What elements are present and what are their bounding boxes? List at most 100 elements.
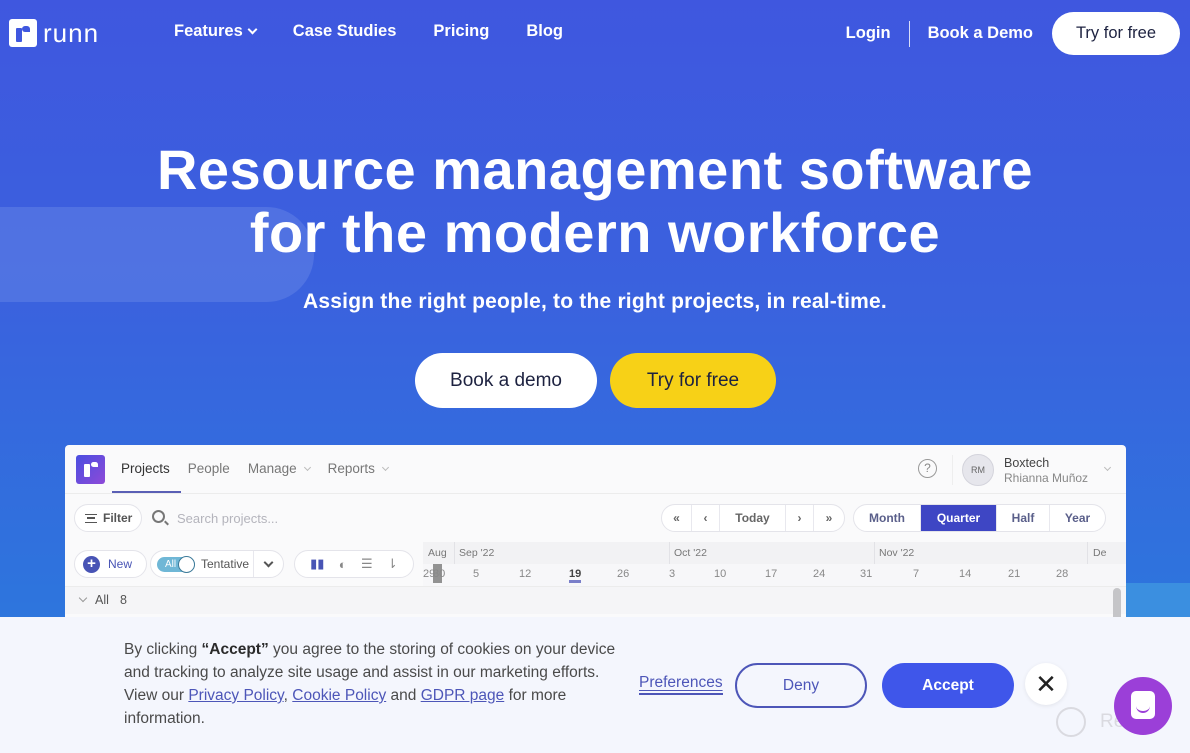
month-label: Oct '22 [674,547,707,559]
chevron-down-icon [263,557,274,567]
prev-button[interactable]: ‹ [692,505,720,531]
month-divider [669,542,670,564]
try-free-nav-button[interactable]: Try for free [1052,12,1180,55]
nav-features-label: Features [174,22,243,40]
avatar[interactable]: RM [962,454,994,486]
month-divider [454,542,455,564]
month-label: Aug [428,547,447,559]
month-label: De [1093,547,1107,559]
login-link[interactable]: Login [846,24,891,43]
deny-button[interactable]: Deny [735,663,867,708]
chevron-down-icon[interactable] [1103,463,1112,472]
day-label: 26 [617,568,630,580]
hero-title: Resource management software for the mod… [0,138,1190,264]
day-label: 3 [669,568,676,580]
range-half[interactable]: Half [997,505,1050,531]
nav-case-studies[interactable]: Case Studies [293,22,397,41]
app-logo-icon [76,455,105,484]
timeline-header: Aug Sep '22 Oct '22 Nov '22 De 29 30 5 1… [423,542,1126,586]
day-label: 5 [473,568,480,580]
range-month[interactable]: Month [854,505,921,531]
filter-label: Filter [103,511,133,525]
help-icon[interactable]: ? [918,459,937,478]
chat-icon[interactable] [1114,677,1172,735]
tentative-dropdown[interactable] [253,551,283,577]
cookie-text: By clicking [124,641,202,658]
tab-projects[interactable]: Projects [121,461,170,476]
sort-icon[interactable]: ⇂ [387,556,398,572]
user-name: Rhianna Muñoz [1004,471,1089,485]
try-free-button[interactable]: Try for free [610,353,776,408]
day-label: 24 [813,568,826,580]
tentative-toggle[interactable]: All Tentative [150,550,284,578]
search-input[interactable] [177,506,477,530]
app-toolbar: Filter « ‹ Today › » Month Quarter Half … [65,494,1126,542]
today-button[interactable]: Today [720,505,786,531]
day-label-today: 19 [569,568,582,583]
runn-logo[interactable]: runn [9,19,99,47]
list-icon[interactable]: ☰ [361,556,373,572]
month-divider [874,542,875,564]
view-tools: ▮▮ ◐ ☰ ⇂ [294,550,414,578]
plus-icon: + [83,555,100,573]
tab-reports[interactable]: Reports [327,461,389,476]
book-demo-link[interactable]: Book a Demo [928,24,1033,43]
month-label: Nov '22 [879,547,915,559]
cookie-message: By clicking “Accept” you agree to the st… [124,638,624,730]
top-nav: runn Features Case Studies Pricing Blog … [0,0,1190,66]
tab-manage-label: Manage [247,461,297,476]
nav-blog[interactable]: Blog [526,22,563,41]
range-quarter[interactable]: Quarter [921,505,997,531]
chevron-down-icon [247,24,258,35]
day-label: 10 [714,568,727,580]
tentative-label: Tentative [201,557,250,571]
app-header: Projects People Manage Reports ? RM Boxt… [65,445,1126,494]
close-icon[interactable]: ✕ [1025,663,1067,705]
bar-chart-icon[interactable]: ▮▮ [310,556,324,572]
group-row[interactable]: All 8 [65,586,1126,614]
active-tab-indicator [112,491,181,493]
divider [952,455,953,485]
logo-text: runn [43,18,100,48]
nav-pricing[interactable]: Pricing [433,22,489,41]
tab-manage[interactable]: Manage [247,461,311,476]
toggle-switch[interactable]: All [157,555,195,573]
range-year[interactable]: Year [1050,505,1105,531]
tab-reports-label: Reports [327,461,375,476]
new-button[interactable]: + New [74,550,147,578]
toggle-icon[interactable]: ◐ [339,557,347,572]
next-button[interactable]: › [786,505,814,531]
cookie-policy-link[interactable]: Cookie Policy [292,687,386,704]
search-icon [152,510,165,523]
runn-logo-icon [9,19,37,47]
day-row: 29 30 5 12 19 26 3 10 17 24 31 7 14 21 2… [423,564,1126,586]
watermark-icon [1056,707,1086,737]
nav-actions: Login Book a Demo Try for free [846,12,1180,55]
range-selector: Month Quarter Half Year [853,504,1106,532]
hero-title-line1: Resource management software [156,138,1034,201]
day-label: 21 [1008,568,1021,580]
jump-back-button[interactable]: « [662,505,692,531]
preferences-link[interactable]: Preferences [639,674,723,695]
chevron-down-icon [303,463,311,472]
accept-button[interactable]: Accept [882,663,1014,708]
chevron-down-icon[interactable] [78,593,88,603]
day-label: 17 [765,568,778,580]
tab-people[interactable]: People [188,461,230,476]
cookie-banner: By clicking “Accept” you agree to the st… [0,617,1190,753]
gdpr-page-link[interactable]: GDPR page [421,687,505,704]
nav-links: Features Case Studies Pricing Blog [174,22,563,41]
app-preview: Projects People Manage Reports ? RM Boxt… [65,445,1126,625]
day-label: 14 [959,568,972,580]
group-count: 8 [120,593,127,607]
month-row: Aug Sep '22 Oct '22 Nov '22 De [423,542,1126,564]
day-label: 12 [519,568,532,580]
month-label: Sep '22 [459,547,495,559]
hero-subtitle: Assign the right people, to the right pr… [303,290,887,313]
privacy-policy-link[interactable]: Privacy Policy [188,687,283,704]
jump-forward-button[interactable]: » [814,505,844,531]
day-label: 31 [860,568,873,580]
nav-features[interactable]: Features [174,22,258,41]
filter-button[interactable]: Filter [74,504,142,532]
book-demo-button[interactable]: Book a demo [415,353,597,408]
